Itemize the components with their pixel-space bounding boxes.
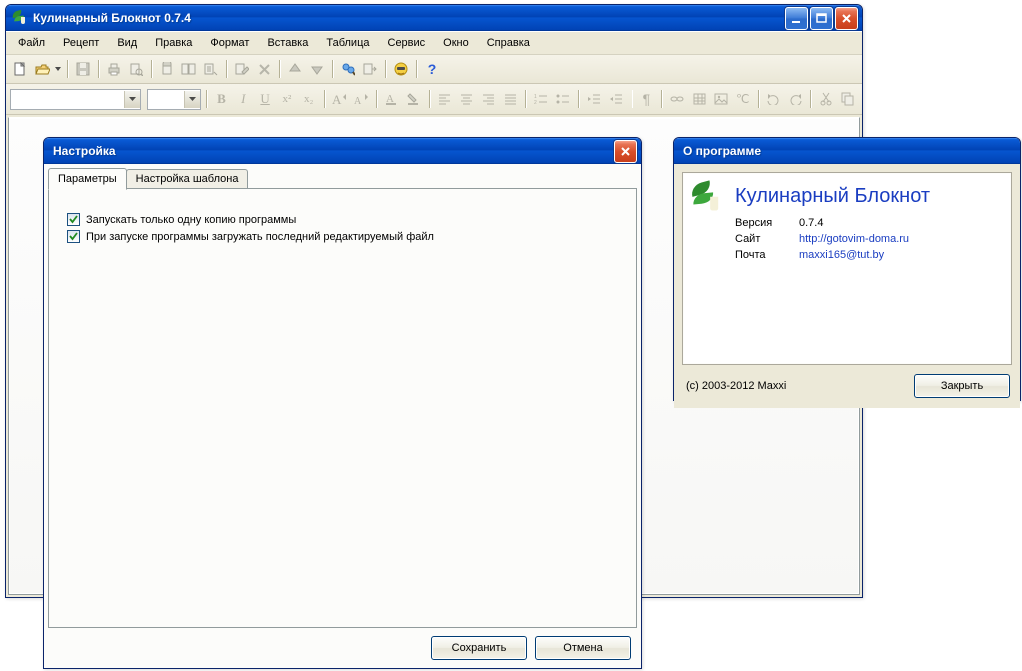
settings-close-button[interactable] — [614, 140, 637, 163]
about-app-name: Кулинарный Блокнот — [735, 185, 930, 208]
open-file-icon[interactable] — [32, 59, 52, 79]
main-title: Кулинарный Блокнот 0.7.4 — [33, 5, 785, 31]
insert-table-icon[interactable] — [689, 89, 709, 109]
find-icon[interactable] — [338, 59, 358, 79]
redo-icon[interactable] — [785, 89, 805, 109]
about-panel: Кулинарный Блокнот Версия 0.7.4 Сайт htt… — [682, 172, 1012, 365]
recipe-props-icon[interactable] — [201, 59, 221, 79]
menu-view[interactable]: Вид — [109, 34, 145, 52]
pilcrow-icon[interactable]: ¶ — [636, 89, 656, 109]
help-icon[interactable]: ? — [422, 59, 442, 79]
svg-text:A: A — [354, 96, 362, 106]
menu-recipe[interactable]: Рецепт — [55, 34, 107, 52]
menu-table[interactable]: Таблица — [318, 34, 377, 52]
print-icon[interactable] — [104, 59, 124, 79]
toolbar-standard: ? — [6, 55, 862, 84]
insert-image-icon[interactable] — [711, 89, 731, 109]
list-bullet-icon[interactable] — [553, 89, 573, 109]
about-version-label: Версия — [735, 217, 799, 229]
list-numbered-icon[interactable]: 12 — [531, 89, 551, 109]
about-site-link[interactable]: http://gotovim-doma.ru — [799, 233, 1001, 245]
settings-title: Настройка — [50, 138, 614, 164]
about-mail-label: Почта — [735, 249, 799, 261]
about-body: Кулинарный Блокнот Версия 0.7.4 Сайт htt… — [674, 164, 1020, 408]
settings-save-button[interactable]: Сохранить — [431, 636, 527, 660]
bold-icon[interactable]: B — [212, 89, 232, 109]
move-up-icon[interactable] — [285, 59, 305, 79]
new-file-icon[interactable] — [10, 59, 30, 79]
subscript-icon[interactable]: x₂ — [299, 89, 319, 109]
menu-format[interactable]: Формат — [202, 34, 257, 52]
align-justify-icon[interactable] — [500, 89, 520, 109]
label-single-instance: Запускать только одну копию программы — [86, 214, 296, 226]
insert-link-icon[interactable] — [667, 89, 687, 109]
about-close-button[interactable]: Закрыть — [914, 374, 1010, 398]
checkbox-single-instance[interactable] — [67, 213, 80, 226]
menu-service[interactable]: Сервис — [380, 34, 434, 52]
delete-icon[interactable] — [254, 59, 274, 79]
menu-window[interactable]: Окно — [435, 34, 477, 52]
main-close-button[interactable] — [835, 7, 858, 30]
notes-icon[interactable] — [179, 59, 199, 79]
menubar: Файл Рецепт Вид Правка Формат Вставка Та… — [6, 31, 862, 55]
menu-help[interactable]: Справка — [479, 34, 538, 52]
tab-page-parameters: Запускать только одну копию программы Пр… — [48, 188, 637, 628]
toolbar-format: B I U x² x₂ A A A 12 ¶ — [6, 84, 862, 115]
move-down-icon[interactable] — [307, 59, 327, 79]
menu-edit[interactable]: Правка — [147, 34, 200, 52]
settings-body: Параметры Настройка шаблона Запускать то… — [44, 164, 641, 668]
menu-insert[interactable]: Вставка — [259, 34, 316, 52]
edit-icon[interactable] — [232, 59, 252, 79]
undo-icon[interactable] — [764, 89, 784, 109]
align-right-icon[interactable] — [479, 89, 499, 109]
print-preview-icon[interactable] — [126, 59, 146, 79]
italic-icon[interactable]: I — [233, 89, 253, 109]
underline-icon[interactable]: U — [255, 89, 275, 109]
about-titlebar[interactable]: О программе — [674, 138, 1020, 164]
open-dropdown-icon[interactable] — [54, 59, 62, 79]
minimize-button[interactable] — [785, 7, 808, 30]
svg-text:2: 2 — [534, 100, 537, 105]
label-load-last-file: При запуске программы загружать последни… — [86, 231, 434, 243]
recipe-list-icon[interactable] — [157, 59, 177, 79]
checkbox-load-last-file[interactable] — [67, 230, 80, 243]
font-color-icon[interactable]: A — [382, 89, 402, 109]
highlight-icon[interactable] — [404, 89, 424, 109]
about-site-label: Сайт — [735, 233, 799, 245]
goto-icon[interactable] — [360, 59, 380, 79]
about-version-value: 0.7.4 — [799, 217, 1001, 229]
copy-icon[interactable] — [838, 89, 858, 109]
about-copyright: (c) 2003-2012 Maxxi — [686, 380, 786, 392]
align-left-icon[interactable] — [435, 89, 455, 109]
app-icon — [12, 11, 28, 25]
cut-icon[interactable] — [816, 89, 836, 109]
face-icon[interactable] — [391, 59, 411, 79]
font-grow-icon[interactable]: A — [330, 89, 350, 109]
main-titlebar[interactable]: Кулинарный Блокнот 0.7.4 — [6, 5, 862, 31]
maximize-button[interactable] — [810, 7, 833, 30]
about-dialog: О программе Кулинарный Блокнот Версия 0.… — [673, 137, 1021, 401]
svg-text:A: A — [332, 92, 342, 106]
about-title: О программе — [680, 138, 1018, 164]
save-icon[interactable] — [73, 59, 93, 79]
font-shrink-icon[interactable]: A — [351, 89, 371, 109]
settings-titlebar[interactable]: Настройка — [44, 138, 641, 164]
menu-file[interactable]: Файл — [10, 34, 53, 52]
about-mail-link[interactable]: maxxi165@tut.by — [799, 249, 1001, 261]
outdent-icon[interactable] — [584, 89, 604, 109]
about-app-icon — [691, 183, 728, 215]
font-name-combo[interactable] — [10, 89, 141, 110]
font-size-combo[interactable] — [147, 89, 201, 110]
superscript-icon[interactable]: x² — [277, 89, 297, 109]
settings-cancel-button[interactable]: Отмена — [535, 636, 631, 660]
indent-icon[interactable] — [606, 89, 626, 109]
tab-parameters[interactable]: Параметры — [48, 168, 127, 190]
insert-temp-icon[interactable]: ℃ — [733, 89, 753, 109]
settings-dialog: Настройка Параметры Настройка шаблона За… — [43, 137, 642, 669]
align-center-icon[interactable] — [457, 89, 477, 109]
